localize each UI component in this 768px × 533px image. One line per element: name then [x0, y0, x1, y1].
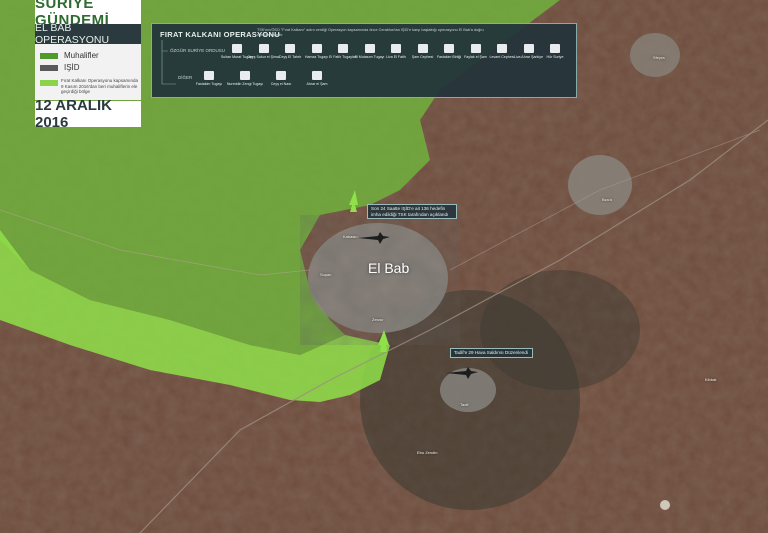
- faction-name: Nureddin Zengi Tugayı: [226, 82, 264, 86]
- brand-title: SURİYE GÜNDEMİ: [35, 0, 141, 29]
- faction-name: Ceyş el Nasr: [270, 82, 292, 86]
- town-label: Kibbat: [705, 377, 717, 382]
- faction-emblem-icon: [470, 44, 481, 53]
- legend-label: Muhalifler: [64, 51, 99, 60]
- faction-emblem-icon: [417, 44, 428, 53]
- annotation-tadif: Tadif'e 29 Hava Saldırısı Düzenlendi: [450, 348, 533, 358]
- faction-emblem-icon: [311, 44, 322, 53]
- legend-note: Fırat Kalkanı Operasyonu kapsamında 9 Ka…: [61, 78, 139, 94]
- faction-emblem-icon: [204, 71, 214, 80]
- faction-name: Hür Suriye: [546, 55, 564, 59]
- legend-item-isid: IŞİD: [40, 63, 80, 72]
- faction-emblem-icon: [444, 44, 454, 53]
- faction-emblem-icon: [258, 44, 269, 53]
- faction-emblem-icon: [523, 44, 534, 53]
- map-date: 12 ARALIK 2016: [35, 97, 141, 131]
- faction-name: Şam Cephesi: [411, 55, 434, 59]
- bza-urban: [568, 155, 632, 215]
- annotation-elbab: Son 24 Saatte IŞİD'e ait 136 hedefin imh…: [367, 204, 457, 219]
- town-label: Bza'a: [602, 197, 612, 202]
- faction-emblem-icon: [391, 44, 401, 53]
- faction-item: Ahrar el Şam: [300, 71, 334, 86]
- legend-swatch-gray: [40, 64, 58, 71]
- town-label: Tadif: [460, 402, 469, 407]
- faction-emblem-icon: [240, 71, 250, 80]
- faction-name: Ahrar el Şam: [306, 82, 328, 86]
- faction-emblem-icon: [364, 44, 375, 53]
- group-label-oso: ÖZGÜR SURİYE ORDUSU: [170, 48, 226, 53]
- town-label: Kabasin: [343, 234, 358, 239]
- legend-swatch-light-green: [40, 80, 58, 86]
- faction-name: Hamza Tugayı: [304, 55, 329, 59]
- legend-label: IŞİD: [64, 63, 80, 72]
- map-legend: Muhalifler IŞİD Fırat Kalkanı Operasyonu…: [35, 44, 141, 100]
- faction-emblem-icon: [276, 71, 286, 80]
- faction-emblem-icon: [338, 44, 348, 53]
- faction-emblem-icon: [285, 44, 295, 53]
- operation-description: TSK'nın/ÖSO "Fırat Kalkanı" adını verdiğ…: [257, 28, 484, 37]
- group-label-diger: DİĞER: [178, 75, 193, 80]
- faction-emblem-icon: [497, 44, 507, 53]
- faction-item: Hür Suriye: [538, 44, 572, 59]
- town-label: Sfeyra: [653, 55, 665, 60]
- legend-swatch-green: [40, 52, 58, 59]
- faction-name: Ceyş El Tahrir: [278, 55, 302, 59]
- faction-emblem-icon: [550, 44, 560, 53]
- faction-emblem-icon: [232, 44, 242, 53]
- group-connector: [161, 40, 176, 85]
- town-label: Zerzur: [372, 317, 384, 322]
- legend-item-muhalifler: Muhalifler: [40, 51, 99, 60]
- faction-name: Faylak el Şam: [464, 55, 487, 59]
- operation-subtitle: EL BAB OPERASYONU: [35, 22, 141, 46]
- faction-emblem-icon: [312, 71, 322, 80]
- faction-name: Fastakim Tugayı: [195, 82, 223, 86]
- operation-panel: FIRAT KALKANI OPERASYONU TSK'nın/ÖSO "Fı…: [151, 23, 577, 98]
- faction-item: Ceyş el Nasr: [264, 71, 298, 86]
- faction-item: Fastakim Tugayı: [192, 71, 226, 86]
- town-label: Ebu Zendin: [417, 450, 438, 455]
- faction-name: Liva El Fatih: [386, 55, 406, 59]
- faction-item: Nureddin Zengi Tugayı: [226, 71, 264, 86]
- town-label: Suşan: [320, 272, 332, 277]
- city-label-elbab: El Bab: [368, 260, 410, 276]
